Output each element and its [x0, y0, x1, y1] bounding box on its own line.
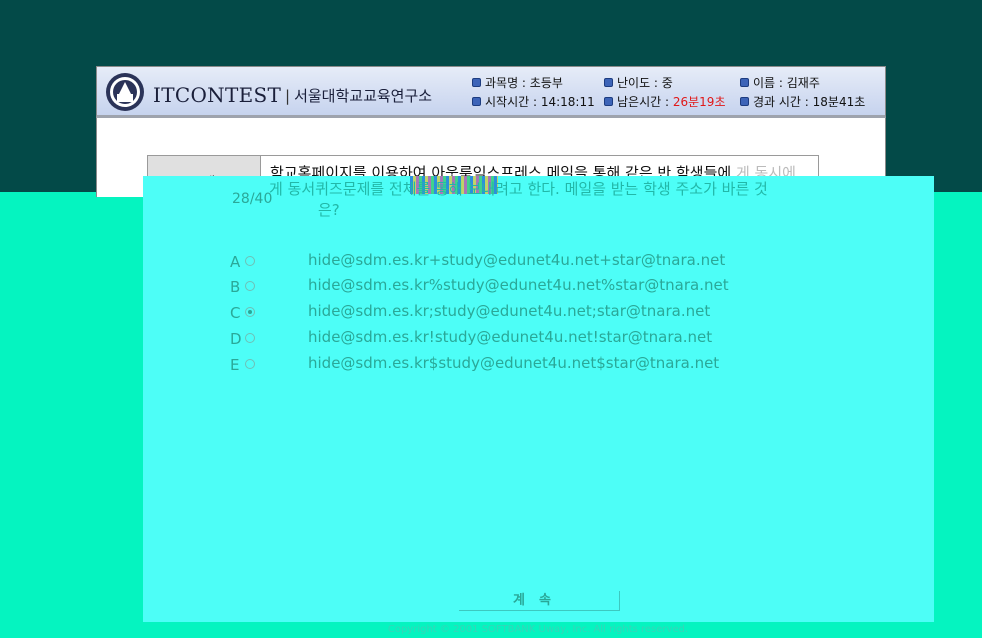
- option-radio[interactable]: [245, 359, 255, 369]
- option-letter: E: [230, 356, 240, 374]
- remaining-time-value: 26분19초: [672, 95, 726, 109]
- option-radio[interactable]: [245, 281, 255, 291]
- org-separator: |: [285, 87, 291, 105]
- option-letter: C: [230, 304, 241, 322]
- question-counter: 28/40: [232, 191, 273, 207]
- subject-info: 과목명 : 초등부: [472, 74, 563, 91]
- bullet-icon: [740, 97, 749, 106]
- option-letter: D: [230, 330, 242, 348]
- option-text: hide@sdm.es.kr+study@edunet4u.net+star@t…: [308, 251, 726, 269]
- snu-seal-logo: [106, 73, 144, 111]
- option-radio[interactable]: [245, 333, 255, 343]
- option-text: hide@sdm.es.kr$study@edunet4u.net$star@t…: [308, 354, 720, 372]
- remaining-time-info: 남은시간 : 26분19초: [604, 93, 725, 110]
- copyright-text: Copyright © 2001 SOFTBANK Uway, Inc. All…: [387, 624, 689, 635]
- option-text: hide@sdm.es.kr%study@edunet4u.net%star@t…: [308, 276, 729, 294]
- bullet-icon: [604, 78, 613, 87]
- question-text-line2: 게 동서퀴즈문제를 전체를 통해 보내려고 한다. 메일을 받는 학생 주소가 …: [269, 180, 768, 198]
- bullet-icon: [740, 78, 749, 87]
- difficulty-info: 난이도 : 중: [604, 74, 673, 91]
- elapsed-time-info: 경과 시간 : 18분41초: [740, 93, 865, 110]
- remaining-time-label: 남은시간 :: [617, 95, 670, 109]
- question-text-line3: 은?: [318, 201, 340, 219]
- option-letter: B: [230, 278, 241, 296]
- name-label: 이름 : 김재주: [753, 76, 820, 90]
- option-text: hide@sdm.es.kr;study@edunet4u.net;star@t…: [308, 302, 711, 320]
- continue-button[interactable]: 계속: [459, 591, 620, 611]
- subject-label: 과목명 : 초등부: [485, 76, 563, 90]
- option-text: hide@sdm.es.kr!study@edunet4u.net!star@t…: [308, 328, 713, 346]
- bullet-icon: [472, 78, 481, 87]
- brand-title: ITCONTEST: [153, 83, 282, 107]
- cyan-overlay: [143, 176, 934, 622]
- exam-header: ITCONTEST | 서울대학교교육연구소 과목명 : 초등부 난이도 : 중 …: [96, 66, 886, 118]
- org-label: 서울대학교교육연구소: [294, 87, 433, 105]
- name-info: 이름 : 김재주: [740, 74, 820, 91]
- bullet-icon: [604, 97, 613, 106]
- option-letter: A: [230, 253, 241, 271]
- start-time-label: 시작시간 : 14:18:11: [485, 95, 595, 109]
- difficulty-label: 난이도 : 중: [617, 76, 673, 90]
- elapsed-time-label: 경과 시간 : 18분41초: [753, 95, 866, 109]
- option-radio[interactable]: [245, 256, 255, 266]
- option-radio-selected[interactable]: [245, 307, 255, 317]
- org-name: | 서울대학교교육연구소: [285, 85, 432, 106]
- bullet-icon: [472, 97, 481, 106]
- start-time-info: 시작시간 : 14:18:11: [472, 93, 595, 110]
